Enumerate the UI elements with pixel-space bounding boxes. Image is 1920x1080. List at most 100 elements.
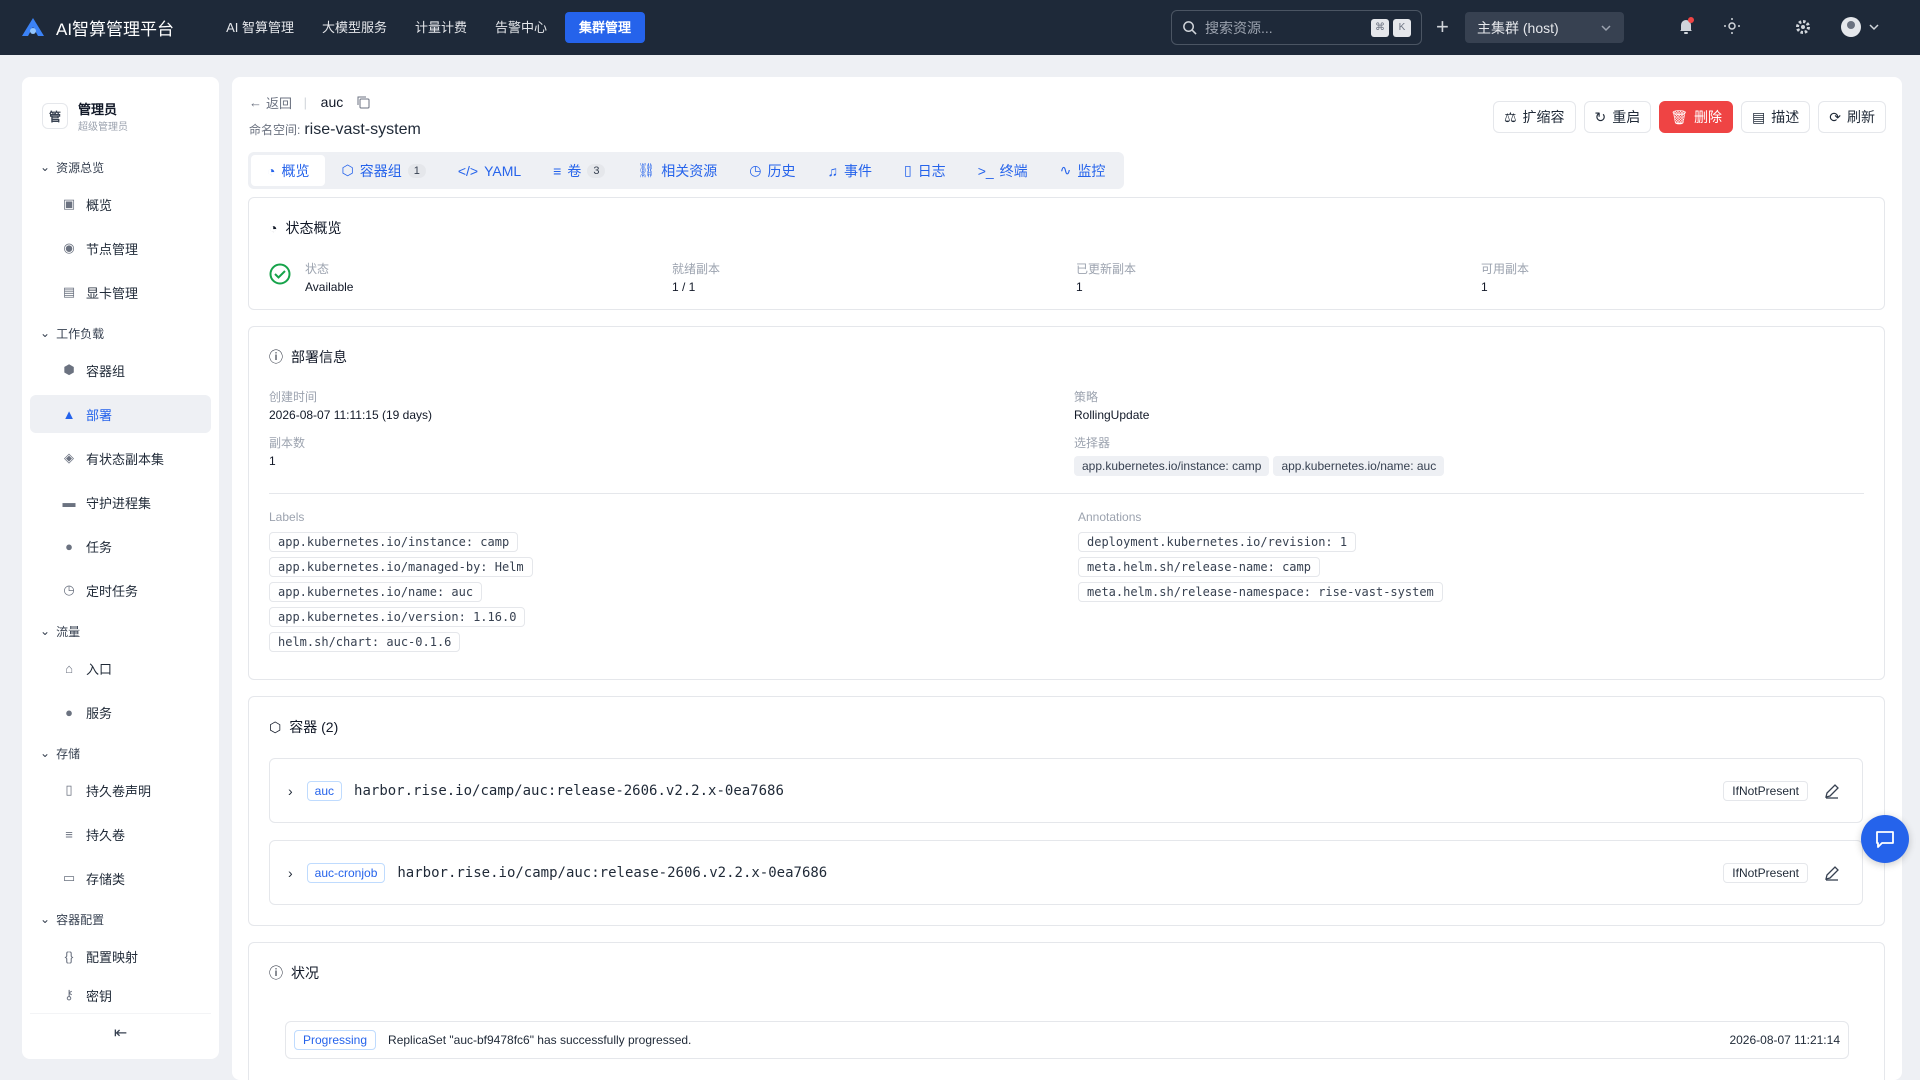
- sidebar-item-label: 配置映射: [86, 949, 139, 965]
- selector-chip: app.kubernetes.io/instance: camp: [1074, 456, 1270, 476]
- chevron-right-icon[interactable]: ›: [288, 783, 293, 799]
- user-menu[interactable]: [1840, 16, 1880, 38]
- cube-icon: ⬡: [269, 718, 282, 735]
- sidebar-item-daemonsets[interactable]: ▬ 守护进程集: [30, 483, 211, 521]
- chevron-down-icon: ⌄: [40, 160, 51, 174]
- tab-related[interactable]: ⛓ 相关资源: [621, 155, 733, 186]
- container-row[interactable]: › auc-cronjob harbor.rise.io/camp/auc:re…: [269, 840, 1863, 905]
- tab-label: 相关资源: [661, 162, 718, 179]
- service-icon: ●: [65, 704, 73, 720]
- cluster-select[interactable]: 主集群 (host): [1465, 12, 1624, 43]
- strategy-field: 策略 RollingUpdate: [1074, 388, 1149, 422]
- container-row[interactable]: › auc harbor.rise.io/camp/auc:release-26…: [269, 758, 1863, 823]
- sidebar-item-services[interactable]: ● 服务: [30, 693, 211, 731]
- nav-cluster-management[interactable]: 集群管理: [565, 12, 646, 43]
- collapse-sidebar-button[interactable]: ⇤: [30, 1013, 211, 1051]
- breadcrumb-divider: |: [303, 95, 308, 110]
- sidebar-item-storageclass[interactable]: ▭ 存储类: [30, 859, 211, 897]
- sidebar-item-jobs[interactable]: ● 任务: [30, 527, 211, 565]
- sidebar-item-label: 概览: [86, 197, 113, 213]
- copy-icon[interactable]: [357, 96, 370, 109]
- add-icon[interactable]: +: [1436, 14, 1449, 40]
- chevron-down-icon: [1869, 24, 1879, 31]
- sidebar-item-nodes[interactable]: ◉ 节点管理: [30, 229, 211, 267]
- sidebar-item-statefulsets[interactable]: ◈ 有状态副本集: [30, 439, 211, 477]
- annotation-tag: meta.helm.sh/release-name: camp: [1078, 557, 1320, 577]
- replicas-field: 副本数 1: [269, 434, 305, 468]
- tab-label: 事件: [843, 162, 872, 179]
- edit-icon[interactable]: [1824, 783, 1840, 799]
- card-title: 容器 (2): [289, 719, 339, 735]
- container-image: harbor.rise.io/camp/auc:release-2606.v2.…: [397, 864, 828, 881]
- tab-label: 容器组: [359, 162, 402, 179]
- dashboard-icon: ▣: [62, 196, 76, 211]
- condition-message: ReplicaSet "auc-bf9478fc6" has successfu…: [388, 1033, 692, 1047]
- chevron-right-icon[interactable]: ›: [288, 865, 293, 881]
- nav-llm-service[interactable]: 大模型服务: [312, 12, 397, 43]
- sidebar-item-overview[interactable]: ▣ 概览: [30, 185, 211, 223]
- describe-button[interactable]: ▤ 描述: [1741, 101, 1811, 133]
- tab-yaml[interactable]: </> YAML: [442, 155, 537, 186]
- tab-history[interactable]: ◷ 历史: [733, 155, 811, 186]
- tab-count-badge: 3: [587, 163, 606, 178]
- field-value: RollingUpdate: [1074, 408, 1150, 422]
- describe-label: 描述: [1771, 109, 1800, 125]
- field-value: 1: [269, 454, 276, 468]
- delete-button[interactable]: 🗑 删除: [1659, 101, 1734, 133]
- sidebar-group-traffic[interactable]: ⌄ 流量: [22, 619, 219, 643]
- top-bar: AI智算管理平台 AI 智算管理 大模型服务 计量计费 告警中心 集群管理: [0, 0, 1920, 55]
- tab-volumes[interactable]: ≡ 卷 3: [537, 155, 621, 186]
- label-tag: app.kubernetes.io/name: auc: [269, 582, 483, 602]
- sidebar-group-config[interactable]: ⌄ 容器配置: [22, 907, 219, 931]
- sidebar-item-configmaps[interactable]: {} 配置映射: [30, 937, 211, 975]
- refresh-button[interactable]: ⟳ 刷新: [1818, 101, 1886, 133]
- tab-pods[interactable]: ⬡ 容器组 1: [325, 155, 441, 186]
- sidebar-item-pvc[interactable]: ▯ 持久卷声明: [30, 771, 211, 809]
- search-input[interactable]: 搜索资源... ⌘ K: [1171, 10, 1422, 45]
- sidebar-item-cronjobs[interactable]: ◷ 定时任务: [30, 571, 211, 609]
- sidebar-item-pods[interactable]: ⬢ 容器组: [30, 351, 211, 389]
- sidebar-item-label: 入口: [86, 661, 113, 677]
- notification-bell-icon[interactable]: [1678, 17, 1694, 38]
- edit-icon[interactable]: [1824, 865, 1840, 881]
- rocket-icon: ▲: [62, 406, 76, 422]
- tab-label: 历史: [767, 162, 796, 179]
- sidebar-item-secrets[interactable]: ⚷ 密钥: [30, 981, 211, 1009]
- theme-sun-icon[interactable]: [1724, 18, 1740, 37]
- tab-monitor[interactable]: ∿ 监控: [1044, 155, 1122, 186]
- sidebar-item-ingress[interactable]: ⌂ 入口: [30, 649, 211, 687]
- sidebar: 管 管理员 超级管理员 ⌄ 资源总览 ▣ 概览 ◉ 节点管理 ▤ 显卡管理 ⌄ 工作负载 …: [22, 77, 219, 1059]
- node-icon: ◉: [63, 240, 75, 255]
- key-icon: ⚷: [64, 987, 74, 1002]
- terminal-icon: >_: [977, 162, 994, 179]
- tab-terminal[interactable]: >_ 终端: [962, 155, 1044, 186]
- field-label: 副本数: [269, 436, 306, 450]
- nav-alerts[interactable]: 告警中心: [485, 12, 557, 43]
- sidebar-group-overview[interactable]: ⌄ 资源总览: [22, 155, 219, 179]
- sidebar-group-storage[interactable]: ⌄ 存储: [22, 741, 219, 765]
- back-link[interactable]: ← 返回: [249, 93, 292, 112]
- field-value: 1 / 1: [672, 280, 696, 294]
- sidebar-item-label: 部署: [86, 407, 113, 423]
- chat-button[interactable]: [1861, 815, 1909, 863]
- tab-logs[interactable]: ▯ 日志: [888, 155, 962, 186]
- tab-events[interactable]: ♫ 事件: [811, 155, 888, 186]
- activity-icon: ∿: [1059, 162, 1072, 178]
- search-icon: [1183, 21, 1197, 35]
- nav-billing[interactable]: 计量计费: [405, 12, 477, 43]
- sidebar-item-gpus[interactable]: ▤ 显卡管理: [30, 273, 211, 311]
- sidebar-item-pv[interactable]: ≡ 持久卷: [30, 815, 211, 853]
- field-label: Annotations: [1078, 510, 1142, 524]
- sidebar-item-label: 持久卷: [86, 827, 126, 843]
- app-logo[interactable]: AI智算管理平台: [20, 15, 174, 40]
- condition-type-tag: Progressing: [294, 1030, 377, 1050]
- sidebar-group-workloads[interactable]: ⌄ 工作负载: [22, 321, 219, 345]
- scale-button[interactable]: ⚖ 扩缩容: [1492, 101, 1576, 133]
- nav-ai-compute[interactable]: AI 智算管理: [216, 12, 304, 43]
- sidebar-item-label: 守护进程集: [86, 495, 152, 511]
- label-tag: helm.sh/chart: auc-0.1.6: [269, 632, 461, 652]
- sidebar-item-deployments[interactable]: ▲ 部署: [30, 395, 211, 433]
- settings-gear-icon[interactable]: [1795, 19, 1811, 38]
- restart-button[interactable]: ↻ 重启: [1583, 101, 1652, 133]
- tab-overview[interactable]: ◔ 概览: [251, 155, 326, 186]
